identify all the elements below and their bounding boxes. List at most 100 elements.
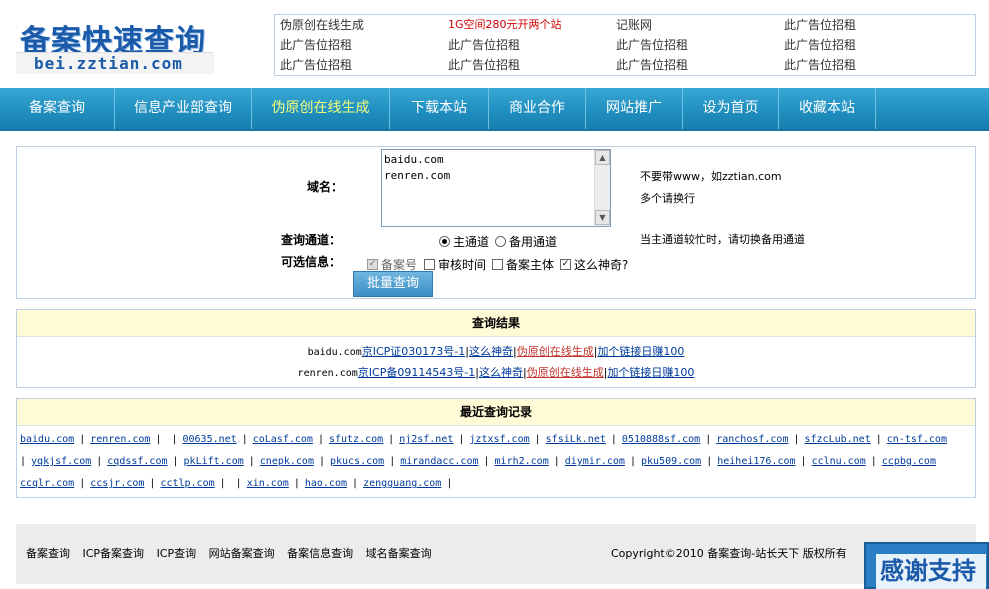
record-link[interactable]: zengguang.com [363, 478, 441, 489]
record-link[interactable]: diymir.com [565, 456, 625, 467]
ad-link[interactable]: 此广告位招租 [784, 36, 952, 56]
record-link[interactable]: nj2sf.net [399, 434, 453, 445]
ad-link[interactable]: 记账网 [616, 16, 784, 36]
logo-url: bei.zztian.com [16, 52, 214, 74]
nav-item-business[interactable]: 商业合作 [489, 88, 586, 129]
record-link[interactable]: cnepk.com [260, 456, 314, 467]
record-link[interactable]: pku509.com [641, 456, 701, 467]
record-link[interactable]: cctlp.com [160, 478, 214, 489]
record-link[interactable]: sfutz.com [329, 434, 383, 445]
checkbox-checked-disabled-icon: ✓ [367, 259, 378, 270]
query-panel: 域名： baidu.com renren.com ▲ ▼ 不要带www，如zzt… [16, 146, 976, 299]
record-link[interactable]: 00635.net [183, 434, 237, 445]
checkbox-unchecked-icon [492, 259, 503, 270]
optional-label: 可选信息： [281, 255, 342, 269]
record-link[interactable]: baidu.com [20, 434, 74, 445]
record-link[interactable]: coLasf.com [253, 434, 313, 445]
recent-records-panel: 最近查询记录 baidu.com | renren.com | | 00635.net | c… [16, 398, 976, 498]
ad-link[interactable]: 此广告位招租 [784, 16, 952, 36]
ad-link[interactable]: 此广告位招租 [448, 56, 616, 76]
icp-link[interactable]: 京ICP备09114543号-1 [358, 366, 476, 379]
domain-hint: 不要带www，如zztian.com [640, 170, 782, 183]
radio-unselected-icon [495, 236, 506, 247]
scroll-up-icon[interactable]: ▲ [595, 150, 610, 165]
nav-item-bookmark[interactable]: 收藏本站 [779, 88, 876, 129]
nav-item-promotion[interactable]: 网站推广 [586, 88, 683, 129]
record-link[interactable]: heihei176.com [717, 456, 795, 467]
result-row: renren.com京ICP备09114543号-1|这么神奇|伪原创在线生成|… [297, 366, 695, 379]
earn-link[interactable]: 加个链接日赚100 [597, 345, 684, 358]
site-logo[interactable]: 备案快速查询 bei.zztian.com [16, 14, 216, 74]
channel-backup-radio[interactable]: 备用通道 [495, 233, 557, 250]
record-link[interactable]: pkucs.com [330, 456, 384, 467]
textarea-scrollbar[interactable]: ▲ ▼ [594, 150, 610, 226]
record-link[interactable]: ranchosf.com [716, 434, 788, 445]
footer: 备案查询 ICP备案查询 ICP查询 网站备案查询 备案信息查询 域名备案查询 … [16, 524, 976, 584]
record-link[interactable]: cclnu.com [812, 456, 866, 467]
record-link[interactable]: xin.com [247, 478, 289, 489]
record-link[interactable]: 0510888sf.com [622, 434, 700, 445]
record-link[interactable]: mirandacc.com [400, 456, 478, 467]
ad-row: 此广告位招租 此广告位招租 此广告位招租 此广告位招租 [280, 56, 975, 76]
ad-link[interactable]: 此广告位招租 [280, 56, 448, 76]
footer-link[interactable]: 备案信息查询 [287, 547, 353, 560]
ad-link[interactable]: 此广告位招租 [616, 56, 784, 76]
record-link[interactable]: sfzcLub.net [805, 434, 871, 445]
channel-main-radio[interactable]: 主通道 [439, 233, 489, 250]
nav-item-set-homepage[interactable]: 设为首页 [683, 88, 779, 129]
record-link[interactable]: jztxsf.com [469, 434, 529, 445]
scroll-down-icon[interactable]: ▼ [595, 210, 610, 225]
copyright: Copyright©2010 备案查询-站长天下 版权所有 [611, 547, 847, 560]
nav-item-miit-query[interactable]: 信息产业部查询 [115, 88, 252, 129]
radio-selected-icon [439, 236, 450, 247]
checkbox-checked-icon: ✓ [560, 259, 571, 270]
earn-link[interactable]: 加个链接日赚100 [607, 366, 694, 379]
footer-link[interactable]: ICP备案查询 [83, 547, 145, 560]
batch-query-button[interactable]: 批量查询 [353, 271, 433, 297]
recent-records-title: 最近查询记录 [17, 399, 975, 426]
pseudo-original-link[interactable]: 伪原创在线生成 [527, 366, 604, 379]
option-entity-label: 备案主体 [506, 258, 555, 272]
record-link[interactable]: ccqlr.com [20, 478, 74, 489]
option-review-time[interactable]: 审核时间 [424, 256, 486, 273]
result-panel: 查询结果 baidu.com京ICP证030173号-1|这么神奇|伪原创在线生… [16, 309, 976, 388]
record-link[interactable]: sfsiLk.net [546, 434, 606, 445]
record-link[interactable]: hao.com [305, 478, 347, 489]
record-link[interactable]: ccsjr.com [90, 478, 144, 489]
footer-link[interactable]: 网站备案查询 [209, 547, 275, 560]
ad-link[interactable]: 此广告位招租 [448, 36, 616, 56]
ad-link[interactable]: 此广告位招租 [280, 36, 448, 56]
ad-link[interactable]: 此广告位招租 [784, 56, 952, 76]
footer-links: 备案查询 ICP备案查询 ICP查询 网站备案查询 备案信息查询 域名备案查询 [26, 545, 441, 561]
ad-link[interactable]: 1G空间280元开两个站 [448, 16, 616, 36]
thanks-support-badge[interactable]: 感谢支持 [864, 542, 989, 589]
record-link[interactable]: pkLift.com [184, 456, 244, 467]
footer-link[interactable]: 域名备案查询 [366, 547, 432, 560]
nav-item-pseudo-original[interactable]: 伪原创在线生成 [252, 88, 390, 129]
nav-item-download[interactable]: 下载本站 [390, 88, 489, 129]
record-link[interactable]: cn-tsf.com [887, 434, 947, 445]
channel-hint: 当主通道较忙时，请切换备用通道 [640, 233, 805, 246]
recent-records-list: baidu.com | renren.com | | 00635.net | coLasf.c… [20, 429, 975, 495]
domain-textarea[interactable]: baidu.com renren.com ▲ ▼ [381, 149, 611, 227]
record-link[interactable]: yqkjsf.com [31, 456, 91, 467]
option-amazing[interactable]: ✓ 这么神奇? [560, 256, 628, 273]
record-link[interactable]: ccpbg.com [882, 456, 936, 467]
option-entity[interactable]: 备案主体 [492, 256, 554, 273]
record-row: | yqkjsf.com | cqdssf.com | pkLift.com | cnepk.… [20, 456, 936, 467]
record-link[interactable]: cqdssf.com [107, 456, 167, 467]
ad-row: 此广告位招租 此广告位招租 此广告位招租 此广告位招租 [280, 36, 975, 56]
nav-item-beian-query[interactable]: 备案查询 [0, 88, 115, 129]
record-link[interactable]: renren.com [90, 434, 150, 445]
amazing-link[interactable]: 这么神奇 [479, 366, 523, 379]
footer-link[interactable]: ICP查询 [157, 547, 197, 560]
footer-link[interactable]: 备案查询 [26, 547, 70, 560]
option-amazing-label: 这么神奇? [574, 258, 629, 272]
result-title: 查询结果 [17, 310, 975, 337]
ad-link[interactable]: 伪原创在线生成 [280, 16, 448, 36]
record-link[interactable]: mirh2.com [495, 456, 549, 467]
pseudo-original-link[interactable]: 伪原创在线生成 [517, 345, 594, 358]
ad-link[interactable]: 此广告位招租 [616, 36, 784, 56]
amazing-link[interactable]: 这么神奇 [469, 345, 513, 358]
icp-link[interactable]: 京ICP证030173号-1 [362, 345, 466, 358]
